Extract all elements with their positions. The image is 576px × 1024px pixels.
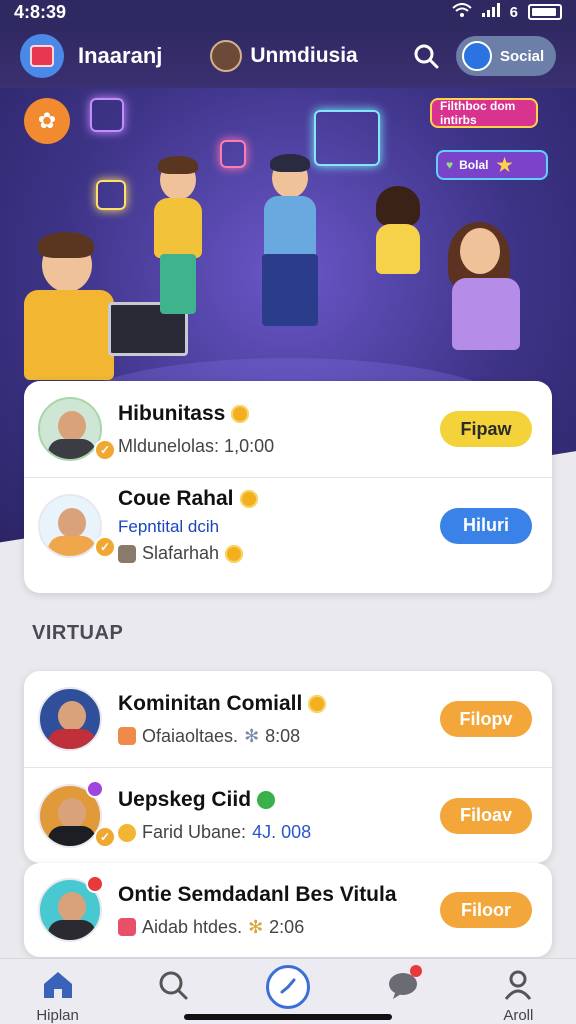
- follow-button[interactable]: Filoor: [440, 892, 532, 928]
- app-logo-icon[interactable]: [20, 34, 64, 78]
- item-name: Ontie Semdadanl Bes Vitula: [118, 882, 397, 906]
- nav-search[interactable]: [133, 969, 213, 1007]
- avatar: [38, 493, 102, 558]
- list-item[interactable]: Ontie Semdadanl Bes Vitula Aidab htdes. ✻…: [24, 863, 552, 957]
- item-meta: 2:06: [269, 916, 305, 937]
- music-note-icon: [90, 98, 124, 132]
- sparkle-icon: ✻: [244, 725, 260, 746]
- list-item[interactable]: Kominitan Comiall Ofaiaoltaes. ✻ 8:08 Filo…: [24, 671, 552, 767]
- sparkle-icon: [96, 180, 126, 210]
- status-time: 4:8:39: [14, 1, 67, 22]
- live-indicator-icon: [86, 780, 104, 798]
- signal-icon: [481, 3, 500, 21]
- home-indicator: [184, 1014, 392, 1020]
- virtual-list-card: Kominitan Comiall Ofaiaoltaes. ✻ 8:08 Filo…: [24, 671, 552, 863]
- person-waving: [448, 222, 520, 350]
- flower-icon[interactable]: ✿: [24, 98, 70, 144]
- item-subtitle: Slafarhah: [142, 543, 220, 563]
- status-bar: 4:8:39 6: [0, 0, 576, 24]
- nav-label: Hiplan: [36, 1007, 79, 1024]
- nav-profile[interactable]: Aroll: [478, 969, 558, 1024]
- gold-badge-icon: [308, 694, 327, 713]
- follow-button[interactable]: Filopv: [440, 701, 532, 737]
- sparkle-icon: ✻: [248, 916, 264, 937]
- user-icon: [118, 544, 136, 563]
- nav-explore[interactable]: [248, 965, 328, 1015]
- green-badge-icon: [257, 791, 276, 809]
- item-meta: 4J. 008: [252, 822, 312, 842]
- home-icon: [41, 969, 75, 1001]
- avatar: [38, 397, 102, 461]
- search-icon: [156, 969, 190, 1001]
- social-sticker: ♥ Bolal ★: [436, 150, 548, 180]
- nav-home[interactable]: Hiplan: [18, 969, 98, 1024]
- item-name: Coue Rahal: [118, 487, 234, 510]
- timer-icon: [462, 41, 492, 71]
- profile-switcher[interactable]: Unmdiusia: [210, 40, 358, 72]
- heart-icon: ♥: [446, 158, 454, 172]
- social-toggle-button[interactable]: Social: [456, 36, 556, 76]
- gold-badge-icon: [225, 544, 244, 563]
- notification-dot-icon: [410, 965, 423, 977]
- nav-label: Aroll: [503, 1007, 534, 1024]
- sticker-text: Filthboc dom intirbs: [440, 99, 516, 127]
- item-subtitle: Ofaiaoltaes.: [142, 725, 239, 746]
- gold-badge-icon: [239, 490, 258, 508]
- item-subtitle: Mldunelolas: 1,0:00: [118, 435, 275, 456]
- verified-check-icon: ✓: [94, 536, 116, 558]
- battery-icon: [528, 4, 562, 20]
- item-subtitle: Aidab htdes.: [142, 916, 243, 937]
- verified-check-icon: ✓: [94, 826, 116, 848]
- nav-messages[interactable]: [363, 965, 443, 1007]
- item-name: Uepskeg Ciid: [118, 788, 252, 811]
- list-item[interactable]: ✓ Hibunitass Mldunelolas: 1,0:00 Fipaw: [24, 381, 552, 477]
- join-button[interactable]: Hiluri: [440, 507, 532, 544]
- app-title: Inaaranj: [78, 43, 163, 68]
- item-name: Hibunitass: [118, 401, 226, 425]
- follow-button[interactable]: Fipaw: [440, 411, 532, 447]
- search-button[interactable]: [412, 42, 440, 70]
- person-clapping: [372, 186, 420, 274]
- profile-icon: [501, 969, 535, 1001]
- calendar-icon: [118, 727, 136, 745]
- person-laptop: [24, 232, 188, 380]
- gold-badge-icon: [231, 404, 250, 423]
- verified-check-icon: ✓: [94, 439, 116, 461]
- star-icon: ★: [496, 154, 513, 175]
- heart-card-icon: [220, 140, 246, 168]
- wifi-icon: [451, 3, 472, 21]
- sticker-social-text: Bolal: [459, 158, 489, 172]
- follow-button[interactable]: Filoav: [440, 797, 532, 834]
- battery-level: 6: [509, 3, 518, 21]
- avatar: [38, 687, 102, 751]
- chat-bubble-icon: [386, 965, 423, 1001]
- person-dancing: [258, 154, 318, 326]
- notification-dot-icon: [86, 875, 104, 893]
- search-icon: [414, 44, 439, 69]
- virtual-list-card-2: Ontie Semdadanl Bes Vitula Aidab htdes. ✻…: [24, 863, 552, 957]
- list-item[interactable]: ✓ Uepskeg Ciid Farid Ubane: 4J. 008 Filoa…: [24, 767, 552, 863]
- person-camera: [154, 156, 202, 314]
- item-subtitle: Farid Ubane:: [142, 822, 247, 842]
- profile-name: Unmdiusia: [250, 44, 358, 67]
- avatar: [210, 40, 243, 72]
- sticker-badge: Filthboc dom intirbs: [430, 98, 538, 128]
- camera-icon: [118, 918, 136, 936]
- item-meta: 8:08: [265, 725, 301, 746]
- app-header: Inaaranj Unmdiusia Social: [0, 24, 576, 88]
- list-item[interactable]: ✓ Coue Rahal Fepntital dcih Slafarhah Hi…: [24, 477, 552, 573]
- hologram-screen: [314, 110, 380, 166]
- featured-card: ✓ Hibunitass Mldunelolas: 1,0:00 Fipaw ✓…: [24, 381, 552, 593]
- item-name: Kominitan Comiall: [118, 691, 303, 715]
- smile-icon: [118, 823, 136, 842]
- status-icons: 6: [451, 3, 562, 21]
- item-tagline: Fepntital dcih: [118, 517, 220, 536]
- compass-icon: [265, 965, 310, 1009]
- section-title: VIRTUAP: [32, 622, 124, 644]
- social-label: Social: [500, 47, 545, 65]
